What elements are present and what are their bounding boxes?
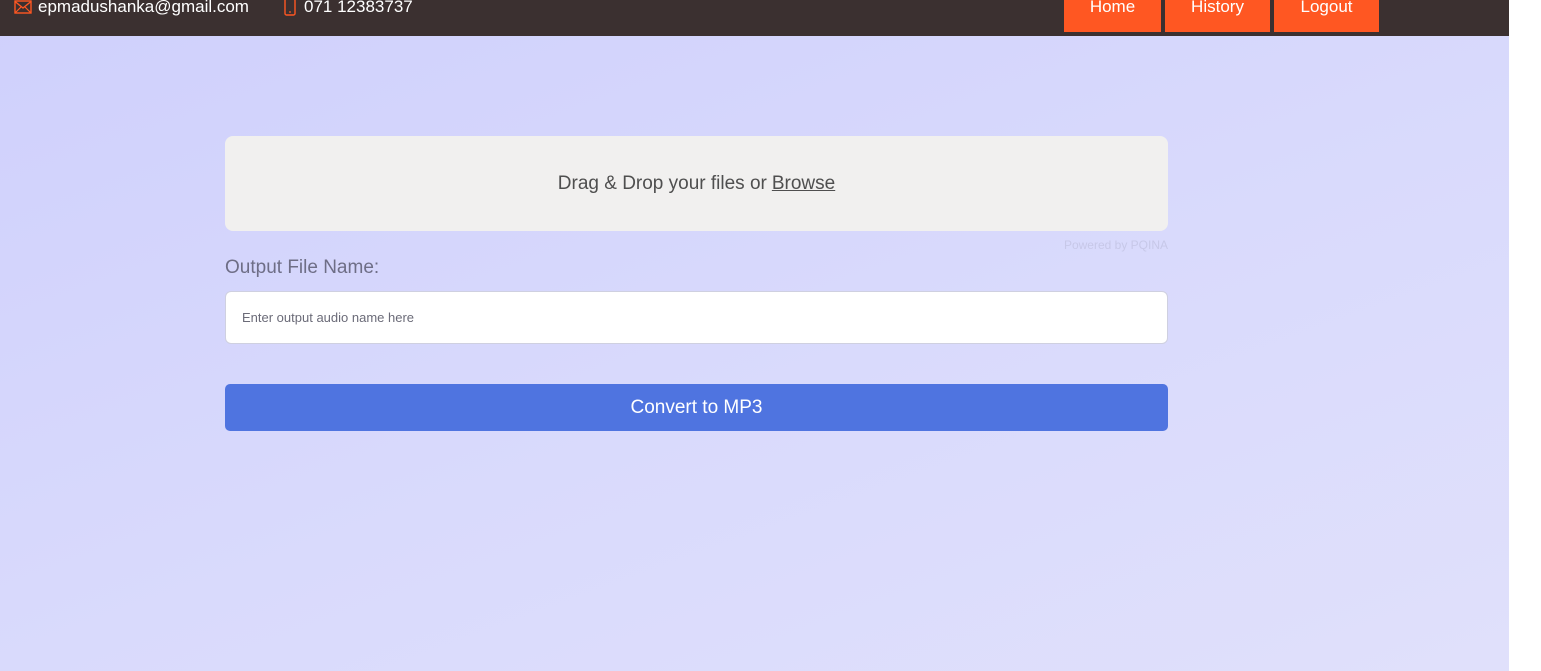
convert-to-mp3-button[interactable]: Convert to MP3 xyxy=(225,384,1168,431)
drop-prompt: Drag & Drop your files or xyxy=(557,172,767,194)
convert-button-label: Convert to MP3 xyxy=(630,396,763,418)
output-file-name-input[interactable] xyxy=(225,291,1168,344)
mobile-phone-icon xyxy=(284,0,296,16)
output-file-name-label: Output File Name: xyxy=(225,257,380,278)
page-background: epmadushanka@gmail.com 071 12383737 Home… xyxy=(0,0,1509,671)
top-bar: epmadushanka@gmail.com 071 12383737 Home… xyxy=(0,0,1509,36)
phone-text: 071 12383737 xyxy=(304,0,413,16)
nav-logout-label: Logout xyxy=(1300,0,1353,16)
powered-by-credit[interactable]: Powered by PQINA xyxy=(1000,238,1168,252)
browse-link[interactable]: Browse xyxy=(772,173,835,195)
nav-logout-button[interactable]: Logout xyxy=(1274,0,1379,32)
file-drop-zone[interactable]: Drag & Drop your files or Browse xyxy=(225,136,1168,231)
nav-history-button[interactable]: History xyxy=(1165,0,1270,32)
contact-phone: 071 12383737 xyxy=(284,0,413,17)
nav-home-label: Home xyxy=(1089,0,1136,16)
contact-email: epmadushanka@gmail.com xyxy=(14,0,249,17)
email-text: epmadushanka@gmail.com xyxy=(38,0,249,16)
nav-history-label: History xyxy=(1191,0,1244,16)
nav-home-button[interactable]: Home xyxy=(1064,0,1161,32)
envelope-icon xyxy=(14,0,32,14)
